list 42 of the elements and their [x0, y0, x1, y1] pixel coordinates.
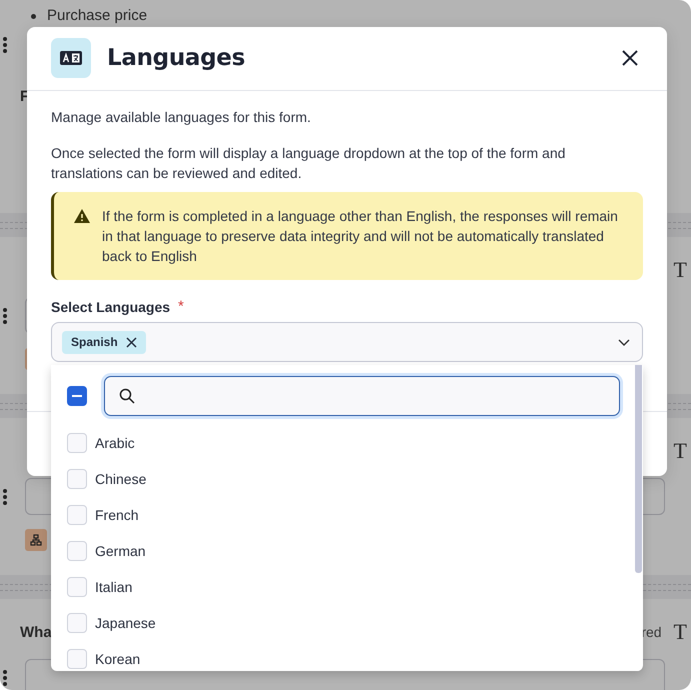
language-option[interactable]: German — [95, 543, 146, 559]
drag-handle-icon[interactable] — [2, 36, 8, 54]
chevron-down-icon[interactable] — [618, 338, 630, 346]
translate-icon — [51, 38, 91, 78]
search-icon — [119, 388, 135, 404]
language-checkbox[interactable] — [67, 613, 87, 633]
language-option[interactable]: Chinese — [95, 471, 146, 487]
bullet-icon — [31, 14, 36, 18]
chip-label: Spanish — [71, 335, 118, 349]
required-mark: * — [178, 298, 184, 315]
language-option[interactable]: Japanese — [95, 615, 156, 631]
field-label: Select Languages — [51, 298, 170, 314]
text-type-icon: T — [674, 257, 687, 283]
scrollbar-thumb[interactable] — [635, 365, 642, 573]
drag-handle-icon[interactable] — [2, 669, 8, 687]
question-label: Wha — [20, 624, 52, 640]
intro-text: Manage available languages for this form. — [51, 108, 312, 127]
dialog-title: Languages — [107, 45, 246, 71]
language-option[interactable]: Korean — [95, 651, 140, 667]
language-checkbox[interactable] — [67, 577, 87, 597]
language-checkbox[interactable] — [67, 469, 87, 489]
language-option[interactable]: Italian — [95, 579, 132, 595]
select-all-checkbox[interactable] — [67, 386, 87, 406]
text-type-icon: T — [674, 619, 687, 645]
language-checkbox[interactable] — [67, 541, 87, 561]
language-option[interactable]: Arabic — [95, 435, 135, 451]
remove-chip-button[interactable] — [126, 336, 137, 348]
list-item: Purchase price — [47, 6, 148, 26]
minus-icon — [72, 395, 82, 397]
warning-icon — [74, 209, 90, 223]
drag-handle-icon[interactable] — [2, 307, 8, 325]
warning-text: If the form is completed in a language other than English, the responses will remain in that language to preserve data integrity and will not be automatically translated back to English — [102, 207, 619, 266]
search-field[interactable] — [104, 376, 620, 416]
language-checkbox[interactable] — [67, 649, 87, 669]
text-type-icon: T — [674, 438, 687, 464]
language-checkbox[interactable] — [67, 433, 87, 453]
description-text: Once selected the form will display a language dropdown at the top of the form and translations can be reviewed and edited. — [51, 144, 566, 183]
language-option[interactable]: French — [95, 507, 139, 523]
language-checkbox[interactable] — [67, 505, 87, 525]
drag-handle-icon[interactable] — [2, 488, 8, 506]
language-select[interactable]: Spanish — [51, 322, 643, 362]
network-icon[interactable] — [25, 529, 47, 551]
